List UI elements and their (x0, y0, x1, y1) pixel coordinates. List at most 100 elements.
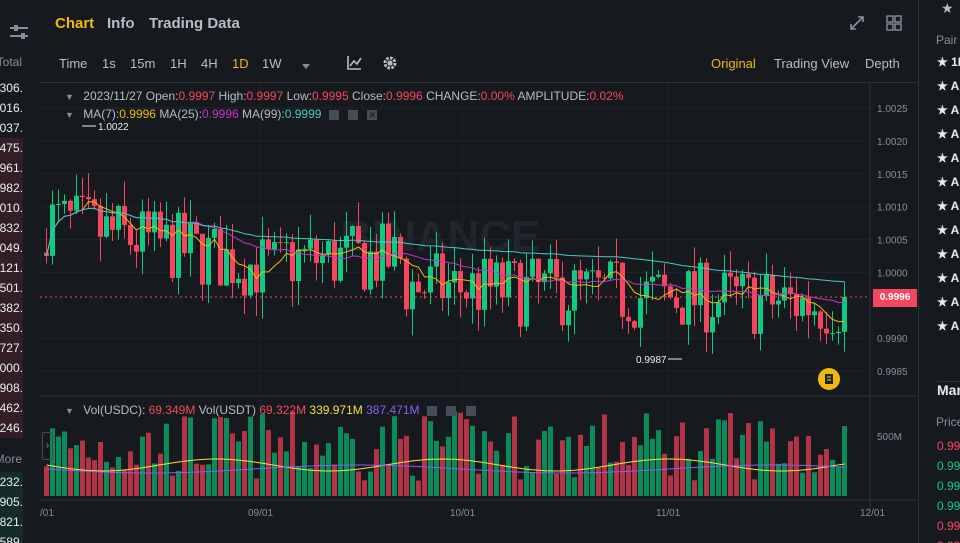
view-depth[interactable]: Depth (865, 56, 900, 71)
candle-body (692, 271, 697, 306)
volume-bar (824, 448, 829, 496)
ma-visibility-icon[interactable] (328, 109, 339, 120)
candle-body (536, 258, 541, 283)
pair-row[interactable]: ★ 1I (937, 55, 960, 69)
pair-row[interactable]: ★ AI (937, 127, 960, 141)
volume-bar (476, 473, 481, 496)
interval-1d[interactable]: 1D (232, 56, 249, 71)
pair-row[interactable]: ★ AA (937, 79, 960, 93)
expand-left-handle[interactable]: › (42, 432, 53, 460)
volume-bar (656, 430, 661, 496)
order-book-more[interactable]: More (0, 452, 22, 466)
volume-bar (614, 461, 619, 496)
interval-1h[interactable]: 1H (170, 56, 187, 71)
pair-star-icon[interactable]: ★ (937, 79, 951, 93)
pair-star-icon[interactable]: ★ (937, 199, 951, 213)
amplitude-label: AMPLITUDE: (517, 89, 590, 103)
order-book-row[interactable]: .908 (0, 378, 23, 398)
pair-star-icon[interactable]: ★ (937, 175, 951, 189)
volume-bar (260, 414, 265, 496)
order-book-row[interactable]: .016 (0, 98, 23, 118)
pair-star-icon[interactable]: ★ (937, 247, 951, 261)
grid-layout-icon[interactable] (886, 15, 902, 34)
pair-row[interactable]: ★ AC (937, 199, 960, 213)
view-trading-view[interactable]: Trading View (774, 56, 849, 71)
pair-star-icon[interactable]: ★ (937, 295, 951, 309)
interval-1s[interactable]: 1s (102, 56, 116, 71)
favorite-star-icon[interactable]: ★ (941, 0, 954, 17)
volume-bar (62, 431, 67, 496)
order-book-row[interactable]: .010 (0, 198, 23, 218)
indicators-icon[interactable] (346, 55, 362, 74)
order-book-row[interactable]: .121 (0, 258, 23, 278)
volume-bar (758, 421, 763, 496)
pair-star-icon[interactable]: ★ (937, 319, 951, 333)
x-axis-label: 11/01 (656, 508, 681, 519)
view-original[interactable]: Original (711, 56, 756, 71)
volume-bar (218, 417, 223, 496)
order-book-row[interactable]: .501 (0, 278, 23, 298)
vol-settings-icon[interactable] (446, 405, 457, 416)
pair-row[interactable]: ★ AI (937, 319, 960, 333)
vol-close-icon[interactable] (465, 405, 476, 416)
order-book-bid-row[interactable]: .905 (0, 492, 23, 512)
pair-row[interactable]: ★ AI (937, 247, 960, 261)
collapse-volume-icon[interactable]: ▼ (65, 406, 74, 416)
interval-dropdown-icon[interactable] (301, 60, 311, 74)
tab-chart[interactable]: Chart (55, 15, 94, 32)
pair-row[interactable]: ★ AI (937, 151, 960, 165)
order-book-row[interactable]: .382 (0, 298, 23, 318)
volume-bar (170, 475, 175, 496)
pair-star-icon[interactable]: ★ (937, 223, 951, 237)
tab-info[interactable]: Info (107, 15, 135, 32)
expand-icon[interactable] (849, 15, 865, 34)
volume-bar (158, 453, 163, 496)
order-book-row[interactable]: .462 (0, 398, 23, 418)
collapse-ma-icon[interactable]: ▼ (65, 110, 74, 120)
order-book-row[interactable]: .350 (0, 318, 23, 338)
pair-star-icon[interactable]: ★ (937, 271, 951, 285)
interval-1w[interactable]: 1W (262, 56, 282, 71)
interval-15m[interactable]: 15m (130, 56, 155, 71)
pair-star-icon[interactable]: ★ (937, 55, 951, 69)
order-book-row[interactable]: .727 (0, 338, 23, 358)
order-book-bid-row[interactable]: .821 (0, 512, 23, 532)
pair-star-icon[interactable]: ★ (937, 127, 951, 141)
order-book-bid-row[interactable]: .232 (0, 472, 23, 492)
order-book-row[interactable]: .246 (0, 418, 23, 438)
pair-star-icon[interactable]: ★ (937, 151, 951, 165)
order-book-row[interactable]: .037 (0, 118, 23, 138)
order-book-bid-row[interactable]: .589 (0, 532, 23, 543)
order-book-row[interactable]: .000 (0, 358, 23, 378)
tab-trading-data[interactable]: Trading Data (149, 15, 240, 32)
vol-visibility-icon[interactable] (426, 405, 437, 416)
interval-time[interactable]: Time (59, 56, 87, 71)
ma-settings-icon[interactable] (348, 109, 359, 120)
candle-body (530, 258, 535, 277)
price-axis-label: 1.0015 (877, 170, 908, 181)
settings-gear-icon[interactable] (382, 55, 398, 74)
collapse-ohlc-icon[interactable]: ▼ (65, 92, 74, 102)
interval-4h[interactable]: 4H (201, 56, 218, 71)
volume-bar (284, 451, 289, 496)
candle-body (62, 200, 67, 204)
order-book-settings-icon[interactable] (10, 24, 28, 40)
candle-body (698, 262, 703, 306)
order-book-row[interactable]: .475 (0, 138, 23, 158)
pair-row[interactable]: ★ AI (937, 175, 960, 189)
order-book-row[interactable]: .306 (0, 78, 23, 98)
candlestick-chart[interactable]: BINANCE 1.00251.00201.00151.00101.00051.… (40, 83, 918, 543)
pair-star-icon[interactable]: ★ (937, 103, 951, 117)
order-book-row[interactable]: .049 (0, 238, 23, 258)
news-icon[interactable] (818, 368, 840, 390)
order-book-row[interactable]: .982 (0, 178, 23, 198)
order-book-row[interactable]: .961 (0, 158, 23, 178)
pair-row[interactable]: ★ AI (937, 295, 960, 309)
pair-row[interactable]: ★ AC (937, 103, 960, 117)
pair-row[interactable]: ★ AC (937, 223, 960, 237)
order-book-row[interactable]: .832 (0, 218, 23, 238)
ma-close-icon[interactable]: ✕ (367, 109, 378, 120)
pair-row[interactable]: ★ AI (937, 271, 960, 285)
volume-bar (410, 475, 415, 496)
volume-bar (752, 479, 757, 496)
